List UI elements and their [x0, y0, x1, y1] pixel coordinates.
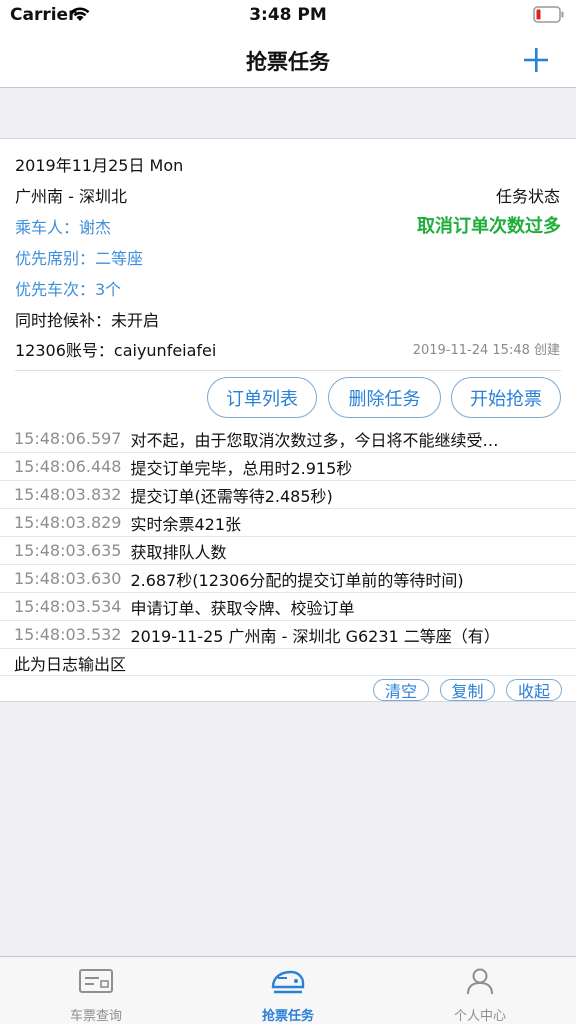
navigation-bar: 抢票任务	[0, 30, 576, 88]
status-bar: Carrier 3:48 PM	[0, 0, 576, 30]
tab-label: 车票查询	[69, 1009, 122, 1024]
tab-personal-center[interactable]: 个人中心	[384, 957, 576, 1024]
task-status-value: 取消订单次数过多	[417, 216, 561, 237]
log-entry: 15:48:03.532 2019-11-25 广州南 - 深圳北 G6231 二…	[0, 621, 576, 649]
log-timestamp: 15:48:03.832	[14, 485, 122, 504]
plus-icon	[524, 48, 548, 72]
train-preference: 优先车次：3个	[15, 280, 122, 299]
log-timestamp: 15:48:06.448	[14, 457, 122, 476]
battery-icon	[533, 6, 564, 23]
log-timestamp: 15:48:03.635	[14, 541, 122, 560]
log-entry: 15:48:06.448 提交订单完毕，总用时2.915秒	[0, 453, 576, 481]
log-timestamp: 15:48:03.534	[14, 597, 122, 616]
log-message: 实时余票421张	[130, 514, 242, 534]
account-info: 12306账号：caiyunfeiafei	[15, 341, 217, 360]
log-message: 对不起，由于您取消次数过多，今日将不能继续受…	[130, 430, 499, 450]
start-grab-button[interactable]: 开始抢票	[451, 377, 561, 418]
log-message: 获取排队人数	[130, 542, 227, 562]
log-divider	[0, 675, 576, 676]
tab-label: 个人中心	[453, 1009, 506, 1024]
task-status-label: 任务状态	[495, 187, 560, 206]
tab-label: 抢票任务	[261, 1009, 314, 1024]
log-area-label: 此为日志输出区	[14, 655, 127, 674]
log-entry: 15:48:03.832 提交订单(还需等待2.485秒)	[0, 481, 576, 509]
add-task-button[interactable]	[516, 40, 556, 78]
task-date: 2019年11月25日 Mon	[15, 156, 184, 175]
card-divider	[15, 370, 561, 371]
task-route: 广州南 - 深圳北	[15, 187, 127, 206]
log-timestamp: 15:48:03.630	[14, 569, 122, 588]
log-entry: 15:48:06.597 对不起，由于您取消次数过多，今日将不能继续受…	[0, 425, 576, 453]
log-entry: 15:48:03.829 实时余票421张	[0, 509, 576, 537]
order-list-button[interactable]: 订单列表	[207, 377, 317, 418]
log-timestamp: 15:48:03.829	[14, 513, 122, 532]
tab-ticket-query[interactable]: 车票查询	[0, 957, 192, 1024]
log-message: 提交订单(还需等待2.485秒)	[130, 486, 333, 506]
task-card: 2019年11月25日 Mon 广州南 - 深圳北 任务状态 取消订单次数过多 …	[0, 138, 576, 702]
tab-bar: 车票查询 抢票任务 个人中心	[0, 956, 576, 1024]
seat-preference: 优先席别：二等座	[15, 249, 144, 268]
log-timestamp: 15:48:06.597	[14, 429, 122, 448]
delete-task-button[interactable]: 删除任务	[328, 377, 441, 418]
collapse-log-button[interactable]: 收起	[506, 679, 562, 701]
waitlist-setting: 同时抢候补：未开启	[15, 311, 160, 330]
person-icon	[467, 968, 493, 995]
train-icon	[271, 970, 305, 994]
log-list: 15:48:06.597 对不起，由于您取消次数过多，今日将不能继续受… 15:48…	[0, 425, 576, 649]
copy-log-button[interactable]: 复制	[440, 679, 495, 701]
log-entry: 15:48:03.635 获取排队人数	[0, 537, 576, 565]
page-title: 抢票任务	[246, 50, 330, 74]
clear-log-button[interactable]: 清空	[373, 679, 429, 701]
log-message: 2.687秒(12306分配的提交订单前的等待时间)	[130, 570, 464, 590]
created-time: 2019-11-24 15:48 创建	[412, 343, 560, 358]
clock: 3:48 PM	[249, 5, 327, 25]
log-message: 提交订单完毕，总用时2.915秒	[130, 458, 353, 478]
ticket-icon	[79, 969, 113, 993]
log-entry: 15:48:03.534 申请订单、获取令牌、校验订单	[0, 593, 576, 621]
log-entry: 15:48:03.630 2.687秒(12306分配的提交订单前的等待时间)	[0, 565, 576, 593]
log-message: 申请订单、获取令牌、校验订单	[130, 598, 355, 618]
log-message: 2019-11-25 广州南 - 深圳北 G6231 二等座（有）	[130, 626, 500, 646]
log-timestamp: 15:48:03.532	[14, 625, 122, 644]
tab-grab-task[interactable]: 抢票任务	[192, 957, 384, 1024]
passenger-info: 乘车人：谢杰	[15, 218, 112, 237]
